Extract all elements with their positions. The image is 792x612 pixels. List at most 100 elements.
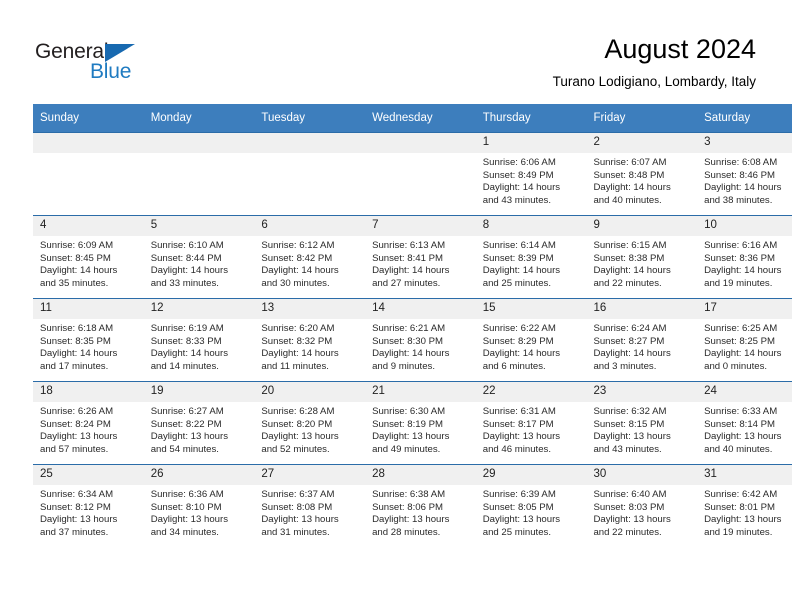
sunrise-time: Sunrise: 6:20 AM [261,323,335,334]
calendar-day-cell[interactable]: 24 Sunrise: 6:33 AM Sunset: 8:14 PM Dayligh… [697,381,792,465]
calendar-day-cell[interactable]: 13 Sunrise: 6:20 AM Sunset: 8:32 PM Dayligh… [254,298,366,382]
calendar-day-cell[interactable]: 25 Sunrise: 6:34 AM Sunset: 8:12 PM Dayligh… [33,464,144,547]
calendar-day-cell[interactable]: 5 Sunrise: 6:10 AM Sunset: 8:44 PM Daylight… [143,215,255,299]
calendar-day-cell[interactable]: 27 Sunrise: 6:37 AM Sunset: 8:08 PM Dayligh… [254,464,366,547]
weekday-row: Sunday Monday Tuesday Wednesday Thursday Frid… [33,104,792,133]
sunset-time: Sunset: 8:29 PM [482,335,554,347]
daylight-duration-line1: Daylight: 14 hours [261,348,339,360]
calendar-day-cell[interactable]: 26 Sunrise: 6:36 AM Sunset: 8:10 PM Dayligh… [143,464,255,547]
day-number: 10 [697,216,792,236]
calendar-day-cell[interactable]: 15 Sunrise: 6:22 AM Sunset: 8:29 PM Dayligh… [475,298,587,382]
sunset-time: Sunset: 8:22 PM [150,418,222,430]
calendar-week-row: 18 Sunrise: 6:26 AM Sunset: 8:24 PM Dayligh… [33,381,792,465]
calendar-day-cell[interactable]: 19 Sunrise: 6:27 AM Sunset: 8:22 PM Dayligh… [143,381,255,465]
daylight-duration-line1: Daylight: 13 hours [704,431,782,443]
sunset-time: Sunset: 8:19 PM [372,418,443,430]
sunset-time: Sunset: 8:33 PM [150,335,222,347]
calendar-day-cell[interactable]: 4 Sunrise: 6:09 AM Sunset: 8:45 PM Daylight… [33,215,144,299]
calendar-day-cell-empty [254,132,366,216]
daylight-duration-line1: Daylight: 14 hours [482,348,561,360]
daylight-duration-line2: and 54 minutes. [150,443,219,455]
daylight-duration-line1: Daylight: 14 hours [150,348,229,360]
daylight-duration-line2: and 33 minutes. [150,277,219,289]
sunset-time: Sunset: 8:38 PM [593,252,665,264]
calendar-day-cell[interactable]: 6 Sunrise: 6:12 AM Sunset: 8:42 PM Daylight… [254,215,366,299]
day-details: Sunrise: 6:38 AM Sunset: 8:06 PM Daylight:… [365,485,476,539]
daylight-duration-line1: Daylight: 13 hours [150,431,229,443]
day-number: 5 [143,216,255,236]
sunset-time: Sunset: 8:08 PM [261,501,333,513]
daylight-duration-line1: Daylight: 14 hours [150,265,229,277]
weekday-header-friday: Friday [586,104,698,133]
calendar-day-cell[interactable]: 1 Sunrise: 6:06 AM Sunset: 8:49 PM Daylight… [475,132,587,216]
day-details: Sunrise: 6:10 AM Sunset: 8:44 PM Daylight:… [144,236,255,290]
day-number: 7 [365,216,476,236]
title-block: August 2024 Turano Lodigiano, Lombardy, … [553,32,756,91]
calendar-day-cell[interactable]: 21 Sunrise: 6:30 AM Sunset: 8:19 PM Dayligh… [365,381,476,465]
calendar-day-cell[interactable]: 17 Sunrise: 6:25 AM Sunset: 8:25 PM Dayligh… [697,298,792,382]
calendar-day-cell[interactable]: 16 Sunrise: 6:24 AM Sunset: 8:27 PM Dayligh… [586,298,698,382]
calendar-week-row: 11 Sunrise: 6:18 AM Sunset: 8:35 PM Dayligh… [33,298,792,382]
calendar-day-cell[interactable]: 20 Sunrise: 6:28 AM Sunset: 8:20 PM Dayligh… [254,381,366,465]
daylight-duration-line1: Daylight: 14 hours [482,265,561,277]
sunrise-time: Sunrise: 6:34 AM [40,489,114,500]
daylight-duration-line1: Daylight: 13 hours [40,514,118,526]
calendar-day-cell[interactable]: 2 Sunrise: 6:07 AM Sunset: 8:48 PM Daylight… [586,132,698,216]
calendar-day-cell[interactable]: 18 Sunrise: 6:26 AM Sunset: 8:24 PM Dayligh… [33,381,144,465]
calendar-day-cell[interactable]: 10 Sunrise: 6:16 AM Sunset: 8:36 PM Dayligh… [697,215,792,299]
calendar-week-row: 25 Sunrise: 6:34 AM Sunset: 8:12 PM Dayligh… [33,464,792,547]
calendar-day-cell[interactable]: 30 Sunrise: 6:40 AM Sunset: 8:03 PM Dayligh… [586,464,698,547]
weekday-header-monday: Monday [143,104,255,133]
day-details: Sunrise: 6:06 AM Sunset: 8:49 PM Daylight:… [476,153,587,207]
sunset-time: Sunset: 8:27 PM [593,335,665,347]
page-header: General Blue August 2024 Turano Lodigian… [0,0,792,100]
day-number: 31 [697,465,792,485]
calendar-day-cell[interactable]: 11 Sunrise: 6:18 AM Sunset: 8:35 PM Dayligh… [33,298,144,382]
day-number: 20 [254,382,366,402]
calendar-day-cell[interactable]: 29 Sunrise: 6:39 AM Sunset: 8:05 PM Dayligh… [475,464,587,547]
calendar-day-cell[interactable]: 14 Sunrise: 6:21 AM Sunset: 8:30 PM Dayligh… [365,298,476,382]
daylight-duration-line2: and 6 minutes. [482,360,546,372]
day-number: 26 [143,465,255,485]
day-number: 16 [586,299,698,319]
daylight-duration-line1: Daylight: 14 hours [40,348,118,360]
daylight-duration-line1: Daylight: 14 hours [372,265,450,277]
sunrise-time: Sunrise: 6:09 AM [40,240,114,251]
day-number: 13 [254,299,366,319]
calendar-day-cell[interactable]: 8 Sunrise: 6:14 AM Sunset: 8:39 PM Daylight… [475,215,587,299]
day-details: Sunrise: 6:27 AM Sunset: 8:22 PM Daylight:… [144,402,255,456]
sunset-time: Sunset: 8:42 PM [261,252,333,264]
sunrise-time: Sunrise: 6:36 AM [150,489,224,500]
daylight-duration-line2: and 43 minutes. [482,194,552,206]
daylight-duration-line2: and 38 minutes. [704,194,773,206]
day-number: 11 [33,299,144,319]
calendar-grid: Sunday Monday Tuesday Wednesday Thursday Frid… [33,104,792,547]
daylight-duration-line2: and 17 minutes. [40,360,109,372]
sunset-time: Sunset: 8:32 PM [261,335,333,347]
general-blue-logo[interactable]: General Blue [35,40,215,86]
sunset-time: Sunset: 8:36 PM [704,252,776,264]
calendar-day-cell[interactable]: 28 Sunrise: 6:38 AM Sunset: 8:06 PM Dayligh… [365,464,476,547]
calendar-day-cell[interactable]: 7 Sunrise: 6:13 AM Sunset: 8:41 PM Daylight… [365,215,476,299]
sunrise-time: Sunrise: 6:27 AM [150,406,224,417]
calendar-day-cell[interactable]: 31 Sunrise: 6:42 AM Sunset: 8:01 PM Dayligh… [697,464,792,547]
calendar-day-cell[interactable]: 23 Sunrise: 6:32 AM Sunset: 8:15 PM Dayligh… [586,381,698,465]
page-subtitle: Turano Lodigiano, Lombardy, Italy [552,74,756,89]
calendar-day-cell-empty [365,132,476,216]
day-details: Sunrise: 6:34 AM Sunset: 8:12 PM Daylight:… [33,485,144,539]
day-details: Sunrise: 6:28 AM Sunset: 8:20 PM Daylight:… [254,402,365,456]
sunrise-time: Sunrise: 6:18 AM [40,323,114,334]
sunset-time: Sunset: 8:44 PM [150,252,222,264]
day-number: 17 [697,299,792,319]
sunrise-time: Sunrise: 6:10 AM [150,240,224,251]
calendar-day-cell[interactable]: 3 Sunrise: 6:08 AM Sunset: 8:46 PM Daylight… [697,132,792,216]
calendar-day-cell[interactable]: 9 Sunrise: 6:15 AM Sunset: 8:38 PM Daylight… [586,215,698,299]
daylight-duration-line2: and 40 minutes. [593,194,662,206]
daylight-duration-line2: and 31 minutes. [261,526,330,538]
daylight-duration-line2: and 52 minutes. [261,443,330,455]
day-number: 8 [475,216,587,236]
calendar-day-cell[interactable]: 22 Sunrise: 6:31 AM Sunset: 8:17 PM Dayligh… [475,381,587,465]
calendar-day-cell[interactable]: 12 Sunrise: 6:19 AM Sunset: 8:33 PM Dayligh… [143,298,255,382]
daylight-duration-line2: and 25 minutes. [482,526,552,538]
weekday-header-wednesday: Wednesday [365,104,476,133]
